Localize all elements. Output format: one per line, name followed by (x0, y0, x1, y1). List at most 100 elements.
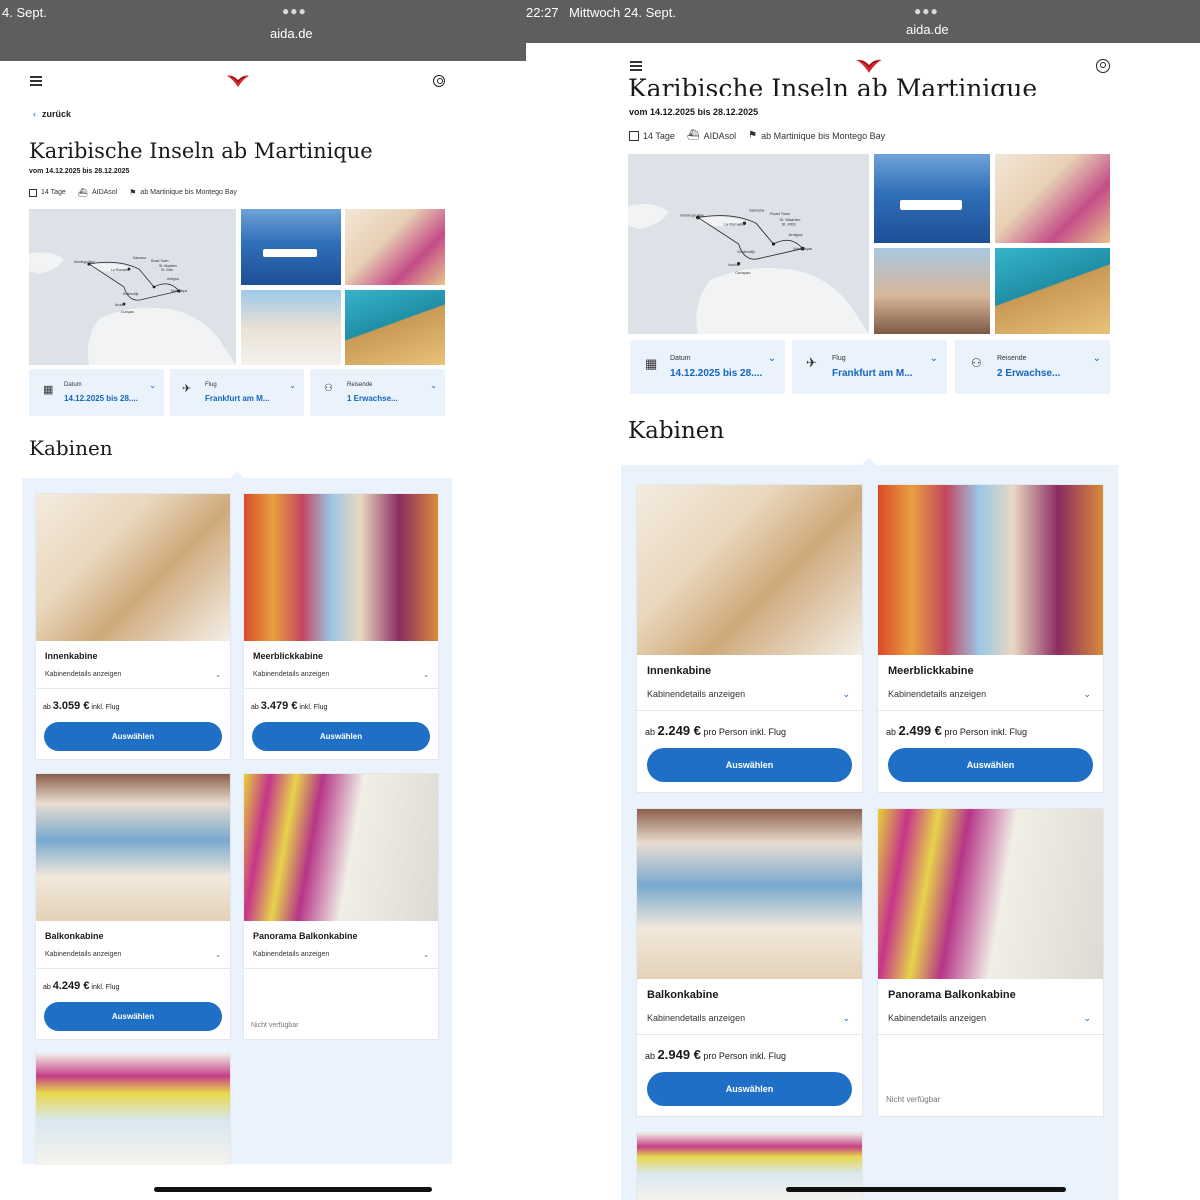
cabin-price: ab 3.479 € inkl. Flug (251, 700, 328, 712)
cabin-details-toggle[interactable]: Kabinendetails anzeigen ⌄ (888, 1013, 1091, 1024)
status-time: 4. Sept. (2, 5, 47, 20)
cabin-details-toggle[interactable]: Kabinendetails anzeigen ⌄ (253, 951, 429, 959)
cabin-image[interactable] (36, 494, 230, 641)
right-screenshot: 22:27 Mittwoch 24. Sept. ●●● aida.de Kar… (526, 0, 1200, 1200)
cabin-card-balkon[interactable]: Balkonkabine Kabinendetails anzeigen ⌄ ab… (636, 808, 863, 1117)
people-icon: ⚇ (324, 383, 333, 394)
map-label-road-town: Road Town (770, 211, 790, 216)
selector-flight[interactable]: ✈ Flug Frankfurt am M... ⌄ (792, 340, 947, 394)
meta-ship: ⛴ AIDAsol (77, 188, 118, 197)
back-link[interactable]: ‹ zurück (33, 109, 71, 119)
cabin-card-meerblick[interactable]: Meerblickkabine Kabinendetails anzeigen ⌄… (877, 484, 1104, 793)
cabin-card-panorama[interactable]: Panorama Balkonkabine Kabinendetails anz… (877, 808, 1104, 1117)
cabin-image[interactable] (36, 774, 230, 921)
page-title: Karibische Inseln ab Martinique (29, 139, 373, 163)
selector-flight[interactable]: ✈ Flug Frankfurt am M... ⌄ (170, 369, 304, 416)
select-button[interactable]: Auswählen (44, 722, 222, 751)
cabin-card-meerblick[interactable]: Meerblickkabine Kabinendetails anzeigen ⌄… (243, 493, 439, 760)
search-selectors: ▦ Datum 14.12.2025 bis 28.... ⌄ ✈ Flug F… (29, 369, 445, 416)
select-button[interactable]: Auswählen (252, 722, 430, 751)
cabin-card-suite[interactable] (35, 1053, 231, 1165)
pool-photo[interactable] (345, 290, 445, 365)
user-account-icon[interactable] (433, 75, 445, 87)
selector-date[interactable]: ▦ Datum 14.12.2025 bis 28.... ⌄ (29, 369, 164, 416)
selector-date[interactable]: ▦ Datum 14.12.2025 bis 28.... ⌄ (630, 340, 785, 394)
woman-photo[interactable] (241, 290, 341, 365)
cabin-card-panorama[interactable]: Panorama Balkonkabine Kabinendetails anz… (243, 773, 439, 1040)
back-label: zurück (42, 109, 72, 119)
cabin-image[interactable] (878, 809, 1103, 979)
cabin-image[interactable] (244, 494, 438, 641)
select-button[interactable]: Auswählen (888, 748, 1093, 782)
home-indicator (786, 1187, 1066, 1192)
cabin-image[interactable] (878, 485, 1103, 655)
cabin-photo[interactable] (995, 154, 1110, 243)
selector-travelers[interactable]: ⚇ Reisende 1 Erwachse... ⌄ (310, 369, 445, 416)
hamburger-menu-icon[interactable] (630, 59, 642, 74)
image-gallery[interactable]: Montego Bay La Romana Samana Road Town S… (29, 209, 445, 365)
map-label-martinique: Martinique (793, 246, 813, 251)
map-label-samana: Samana (749, 208, 765, 213)
cabin-card-innen[interactable]: Innenkabine Kabinendetails anzeigen ⌄ ab … (35, 493, 231, 760)
select-button[interactable]: Auswählen (647, 1072, 852, 1106)
cabin-details-toggle[interactable]: Kabinendetails anzeigen ⌄ (253, 671, 429, 679)
chevron-down-icon: ⌄ (767, 353, 776, 364)
chevron-down-icon: ⌄ (215, 672, 221, 679)
route-map[interactable]: Montego Bay La Romana Samana Road Town S… (29, 209, 236, 365)
divider (637, 710, 862, 711)
pool-photo[interactable] (995, 248, 1110, 334)
url-label[interactable]: aida.de (270, 26, 313, 41)
cabin-card-innen[interactable]: Innenkabine Kabinendetails anzeigen ⌄ ab … (636, 484, 863, 793)
image-gallery[interactable]: Montego Bay La Romana Samana Road Town S… (628, 154, 1110, 334)
ship-photo[interactable] (241, 209, 341, 285)
cabin-photo[interactable] (345, 209, 445, 285)
cabin-image[interactable] (637, 809, 862, 979)
cabin-image[interactable] (36, 1054, 230, 1165)
cabin-details-toggle[interactable]: Kabinendetails anzeigen ⌄ (647, 689, 850, 700)
cabin-details-toggle[interactable]: Kabinendetails anzeigen ⌄ (45, 951, 221, 959)
cabin-details-toggle[interactable]: Kabinendetails anzeigen ⌄ (647, 1013, 850, 1024)
ship-shape (263, 249, 317, 257)
more-dots-icon[interactable]: ●●● (914, 4, 939, 18)
trip-meta: 14 Tage ⛴ AIDAsol ⚑ ab Martinique bis Mont… (29, 188, 249, 197)
date-range: vom 14.12.2025 bis 28.12.2025 (29, 168, 130, 175)
map-label-montego-bay: Montego Bay (74, 260, 95, 264)
ship-photo[interactable] (874, 154, 990, 243)
chevron-down-icon: ⌄ (423, 952, 429, 959)
flag-icon: ⚑ (748, 130, 758, 141)
map-label-curacao: Curaçao (735, 270, 751, 275)
map-label-montego-bay: Montego Bay (680, 212, 705, 217)
date-range: vom 14.12.2025 bis 28.12.2025 (629, 107, 759, 117)
status-bar: 22:27 Mittwoch 24. Sept. ●●● aida.de (526, 0, 1200, 43)
chevron-down-icon: ⌄ (929, 353, 938, 364)
left-screenshot: 4. Sept. ●●● aida.de ‹ zurück Karibische … (0, 0, 526, 1200)
aida-logo-icon[interactable] (226, 74, 250, 88)
chevron-down-icon: ⌄ (842, 689, 850, 699)
cabin-image[interactable] (244, 774, 438, 921)
user-account-icon[interactable] (1096, 59, 1110, 73)
plane-icon: ✈ (806, 355, 817, 370)
chevron-down-icon: ⌄ (1083, 1013, 1091, 1023)
url-label[interactable]: aida.de (906, 22, 949, 37)
cabin-image[interactable] (637, 485, 862, 655)
select-button[interactable]: Auswählen (44, 1002, 222, 1031)
map-label-st-kitts: St. Kitts (161, 268, 173, 272)
divider (36, 688, 230, 689)
cabin-card-balkon[interactable]: Balkonkabine Kabinendetails anzeigen ⌄ ab… (35, 773, 231, 1040)
aida-logo-icon[interactable] (855, 58, 883, 74)
selector-travelers[interactable]: ⚇ Reisende 2 Erwachse... ⌄ (955, 340, 1110, 394)
home-indicator (154, 1187, 432, 1192)
select-button[interactable]: Auswählen (647, 748, 852, 782)
unavailable-label: Nicht verfügbar (886, 1095, 941, 1104)
more-dots-icon[interactable]: ●●● (282, 4, 307, 18)
map-label-aruba: Aruba (728, 262, 740, 267)
cabin-details-toggle[interactable]: Kabinendetails anzeigen ⌄ (888, 689, 1091, 700)
cabin-panel: Innenkabine Kabinendetails anzeigen ⌄ ab … (621, 458, 1118, 1200)
cabin-details-toggle[interactable]: Kabinendetails anzeigen ⌄ (45, 671, 221, 679)
map-label-la-romana: La Romana (111, 268, 129, 272)
couple-photo[interactable] (874, 248, 990, 334)
route-map[interactable]: Montego Bay La Romana Samana Road Town S… (628, 154, 869, 334)
panel-notch (862, 458, 876, 465)
hamburger-menu-icon[interactable] (30, 74, 42, 89)
section-title-kabinen: Kabinen (628, 418, 725, 444)
